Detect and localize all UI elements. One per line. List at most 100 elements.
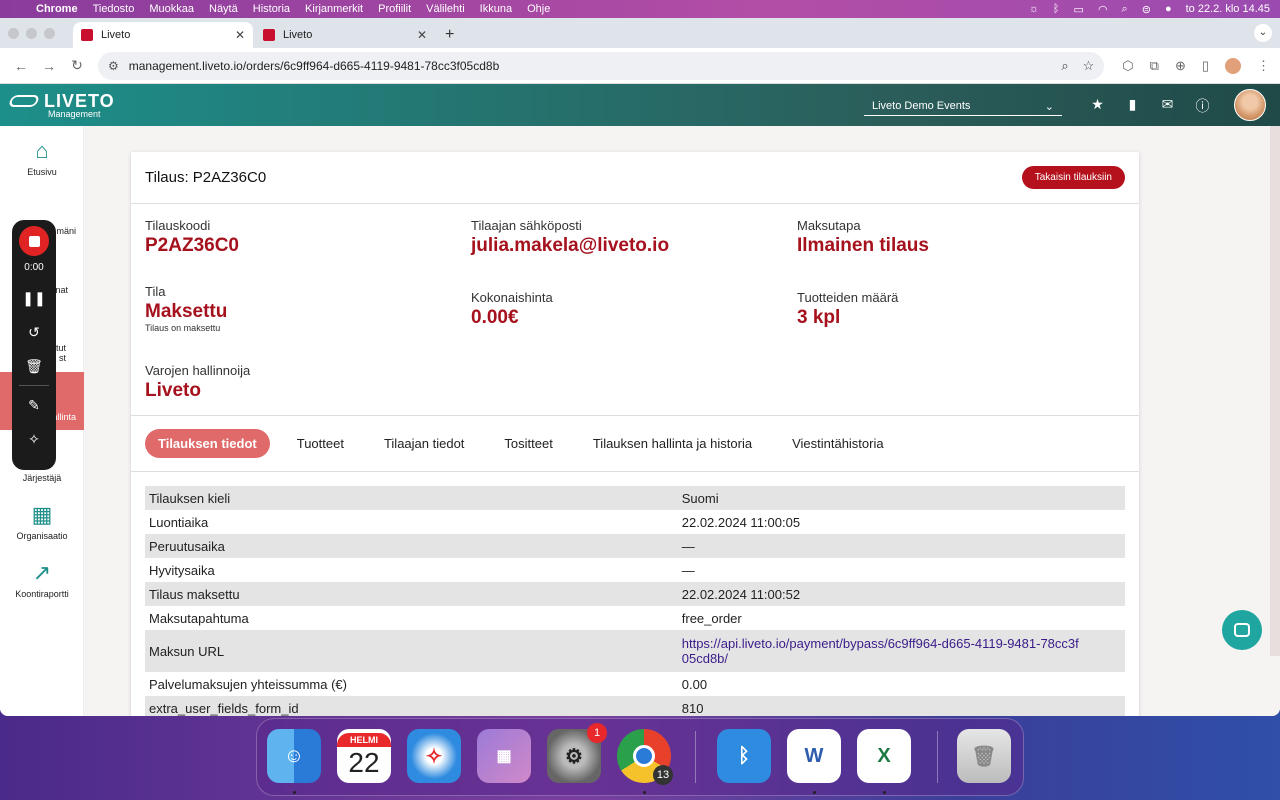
payment-method-field: Maksutapa Ilmainen tilaus [797,218,929,257]
tab-strip: Liveto ✕ Liveto ✕ + ⌄ [0,18,1280,48]
side-panel-icon[interactable]: ▯ [1202,58,1209,74]
sidebar-item-report[interactable]: ↗ Koontiraportti [0,560,84,599]
pause-icon[interactable]: ❚❚ [22,281,45,315]
profile-avatar[interactable] [1225,57,1241,74]
menu-history[interactable]: Historia [253,3,290,15]
close-tab-icon[interactable]: ✕ [417,28,427,42]
safari-icon[interactable]: ✧ [407,729,461,783]
tab-order-management-history[interactable]: Tilauksen hallinta ja historia [593,436,752,451]
launchpad-icon[interactable]: ▦ [477,729,531,783]
tab-communication-history[interactable]: Viestintähistoria [792,436,884,451]
menu-bookmarks[interactable]: Kirjanmerkit [305,3,363,15]
site-settings-icon[interactable]: ⚙ [108,59,119,73]
maximize-window-button[interactable] [44,27,55,39]
tab-products[interactable]: Tuotteet [297,436,344,451]
finder-icon[interactable]: ☺ [267,729,321,783]
tab-buyer-details[interactable]: Tilaajan tiedot [384,436,464,451]
battery-icon[interactable]: ▭ [1074,3,1084,16]
extensions-area: ⬡ ⧉ ⊕ ▯ ⋮ [1122,57,1270,74]
info-icon[interactable]: ⓘ [1195,96,1210,116]
browser-tab-2[interactable]: Liveto ✕ [255,22,435,48]
restart-icon[interactable]: ↺ [28,315,40,349]
table-row: Hyvitysaika — [145,558,1125,582]
puzzle-icon[interactable]: ⧉ [1150,58,1159,74]
liveto-logo[interactable]: LIVETO Management [7,92,115,119]
more-menu-icon[interactable]: ⋮ [1257,58,1270,74]
minimize-window-button[interactable] [26,27,37,39]
sidebar-item-home[interactable]: ⌂ Etusivu [0,138,84,177]
forward-arrow-icon[interactable]: → [38,58,60,74]
payment-url-link[interactable]: https://api.liveto.io/payment/bypass/6c9… [682,636,1082,666]
control-center-icon[interactable]: ⊜ [1142,3,1151,16]
field-label: Tilaajan sähköposti [471,218,582,233]
row-key: Peruutusaika [145,534,678,558]
field-value: 3 kpl [797,307,841,328]
sidebar-item-organisation[interactable]: ▦ Organisaatio [0,502,84,541]
search-icon[interactable]: ⌕ [1122,3,1128,16]
trash-icon[interactable]: 🗑 [25,349,43,383]
star-icon[interactable]: ★ [1090,96,1105,116]
bluetooth-app-icon[interactable]: ᛒ [717,729,771,783]
close-tab-icon[interactable]: ✕ [235,28,245,42]
menu-file[interactable]: Tiedosto [93,3,135,15]
user-icon[interactable]: ● [1165,3,1172,15]
excel-icon[interactable]: X [857,729,911,783]
pen-icon[interactable]: ✎ [28,388,40,422]
calendar-day: 22 [348,747,380,778]
reload-icon[interactable]: ↻ [66,57,88,74]
field-value: Maksettu [145,301,228,322]
user-avatar[interactable] [1234,89,1266,121]
bluetooth-icon[interactable]: ᛒ [1053,3,1060,15]
field-value: Liveto [145,380,201,401]
trash-bin-icon[interactable]: 🗑 [957,729,1011,783]
url-text[interactable]: management.liveto.io/orders/6c9ff964-d66… [129,59,499,73]
new-tab-button[interactable]: + [445,26,454,44]
tab-order-details[interactable]: Tilauksen tiedot [145,429,270,458]
table-row: Tilaus maksettu 22.02.2024 11:00:52 [145,582,1125,606]
bookmark-icon[interactable]: ▮ [1125,96,1140,116]
menu-edit[interactable]: Muokkaa [149,3,194,15]
menu-view[interactable]: Näytä [209,3,238,15]
back-arrow-icon[interactable]: ← [10,58,32,74]
menu-tab[interactable]: Välilehti [426,3,465,15]
magic-wand-icon[interactable]: ✧ [28,422,40,456]
liveto-favicon [81,29,93,41]
calendar-icon[interactable]: HELMI 22 [337,729,391,783]
menubar-clock[interactable]: to 22.2. klo 14.45 [1186,3,1270,15]
menu-profiles[interactable]: Profiilit [378,3,411,15]
menu-help[interactable]: Ohje [527,3,550,15]
settings-badge: 1 [587,723,607,743]
sidebar-item-label: Organisaatio [16,531,68,541]
bookmark-star-icon[interactable]: ☆ [1083,58,1095,74]
back-to-orders-button[interactable]: Takaisin tilauksiin [1021,166,1125,189]
macos-dock: ☺ HELMI 22 ✧ ▦ ⚙ 1 13 ᛒ W X 🗑 [256,718,1024,796]
menu-window[interactable]: Ikkuna [480,3,512,15]
logo-subtitle: Management [48,108,101,119]
feedback-icon[interactable]: ✉ [1160,96,1175,116]
row-value: 0.00 [681,676,708,692]
downloads-icon[interactable]: ⊕ [1175,58,1186,74]
event-selector-value: Liveto Demo Events [872,100,971,112]
event-selector[interactable]: Liveto Demo Events ⌄ [864,98,1062,116]
running-indicator [643,791,646,794]
fund-custodian-field: Varojen hallinnoija Liveto [145,363,250,402]
brightness-icon[interactable]: ☼ [1029,3,1039,15]
stop-recording-button[interactable] [19,226,49,256]
zoom-icon[interactable]: ⌕ [1061,58,1068,74]
page-scrollbar[interactable] [1270,126,1280,656]
word-icon[interactable]: W [787,729,841,783]
browser-tab-1[interactable]: Liveto ✕ [73,22,253,48]
url-input[interactable]: ⚙ management.liveto.io/orders/6c9ff964-d… [98,51,1105,80]
chevron-down-icon: ⌄ [1044,101,1054,113]
field-label: Tuotteiden määrä [797,290,899,305]
sidebar-item-label: Etusivu [27,167,57,177]
close-window-button[interactable] [8,27,19,39]
chat-button[interactable] [1222,610,1262,650]
extension-icon[interactable]: ⬡ [1122,58,1133,74]
tab-receipts[interactable]: Tositteet [504,436,552,451]
screen-recorder-toolbar: 0:00 ❚❚ ↺ 🗑 ✎ ✧ [12,220,56,470]
tab-search-chevron-icon[interactable]: ⌄ [1254,24,1272,42]
menu-chrome[interactable]: Chrome [36,3,78,15]
sidebar-item-label: Koontiraportti [15,589,69,599]
wifi-icon[interactable]: ◠ [1098,3,1108,16]
